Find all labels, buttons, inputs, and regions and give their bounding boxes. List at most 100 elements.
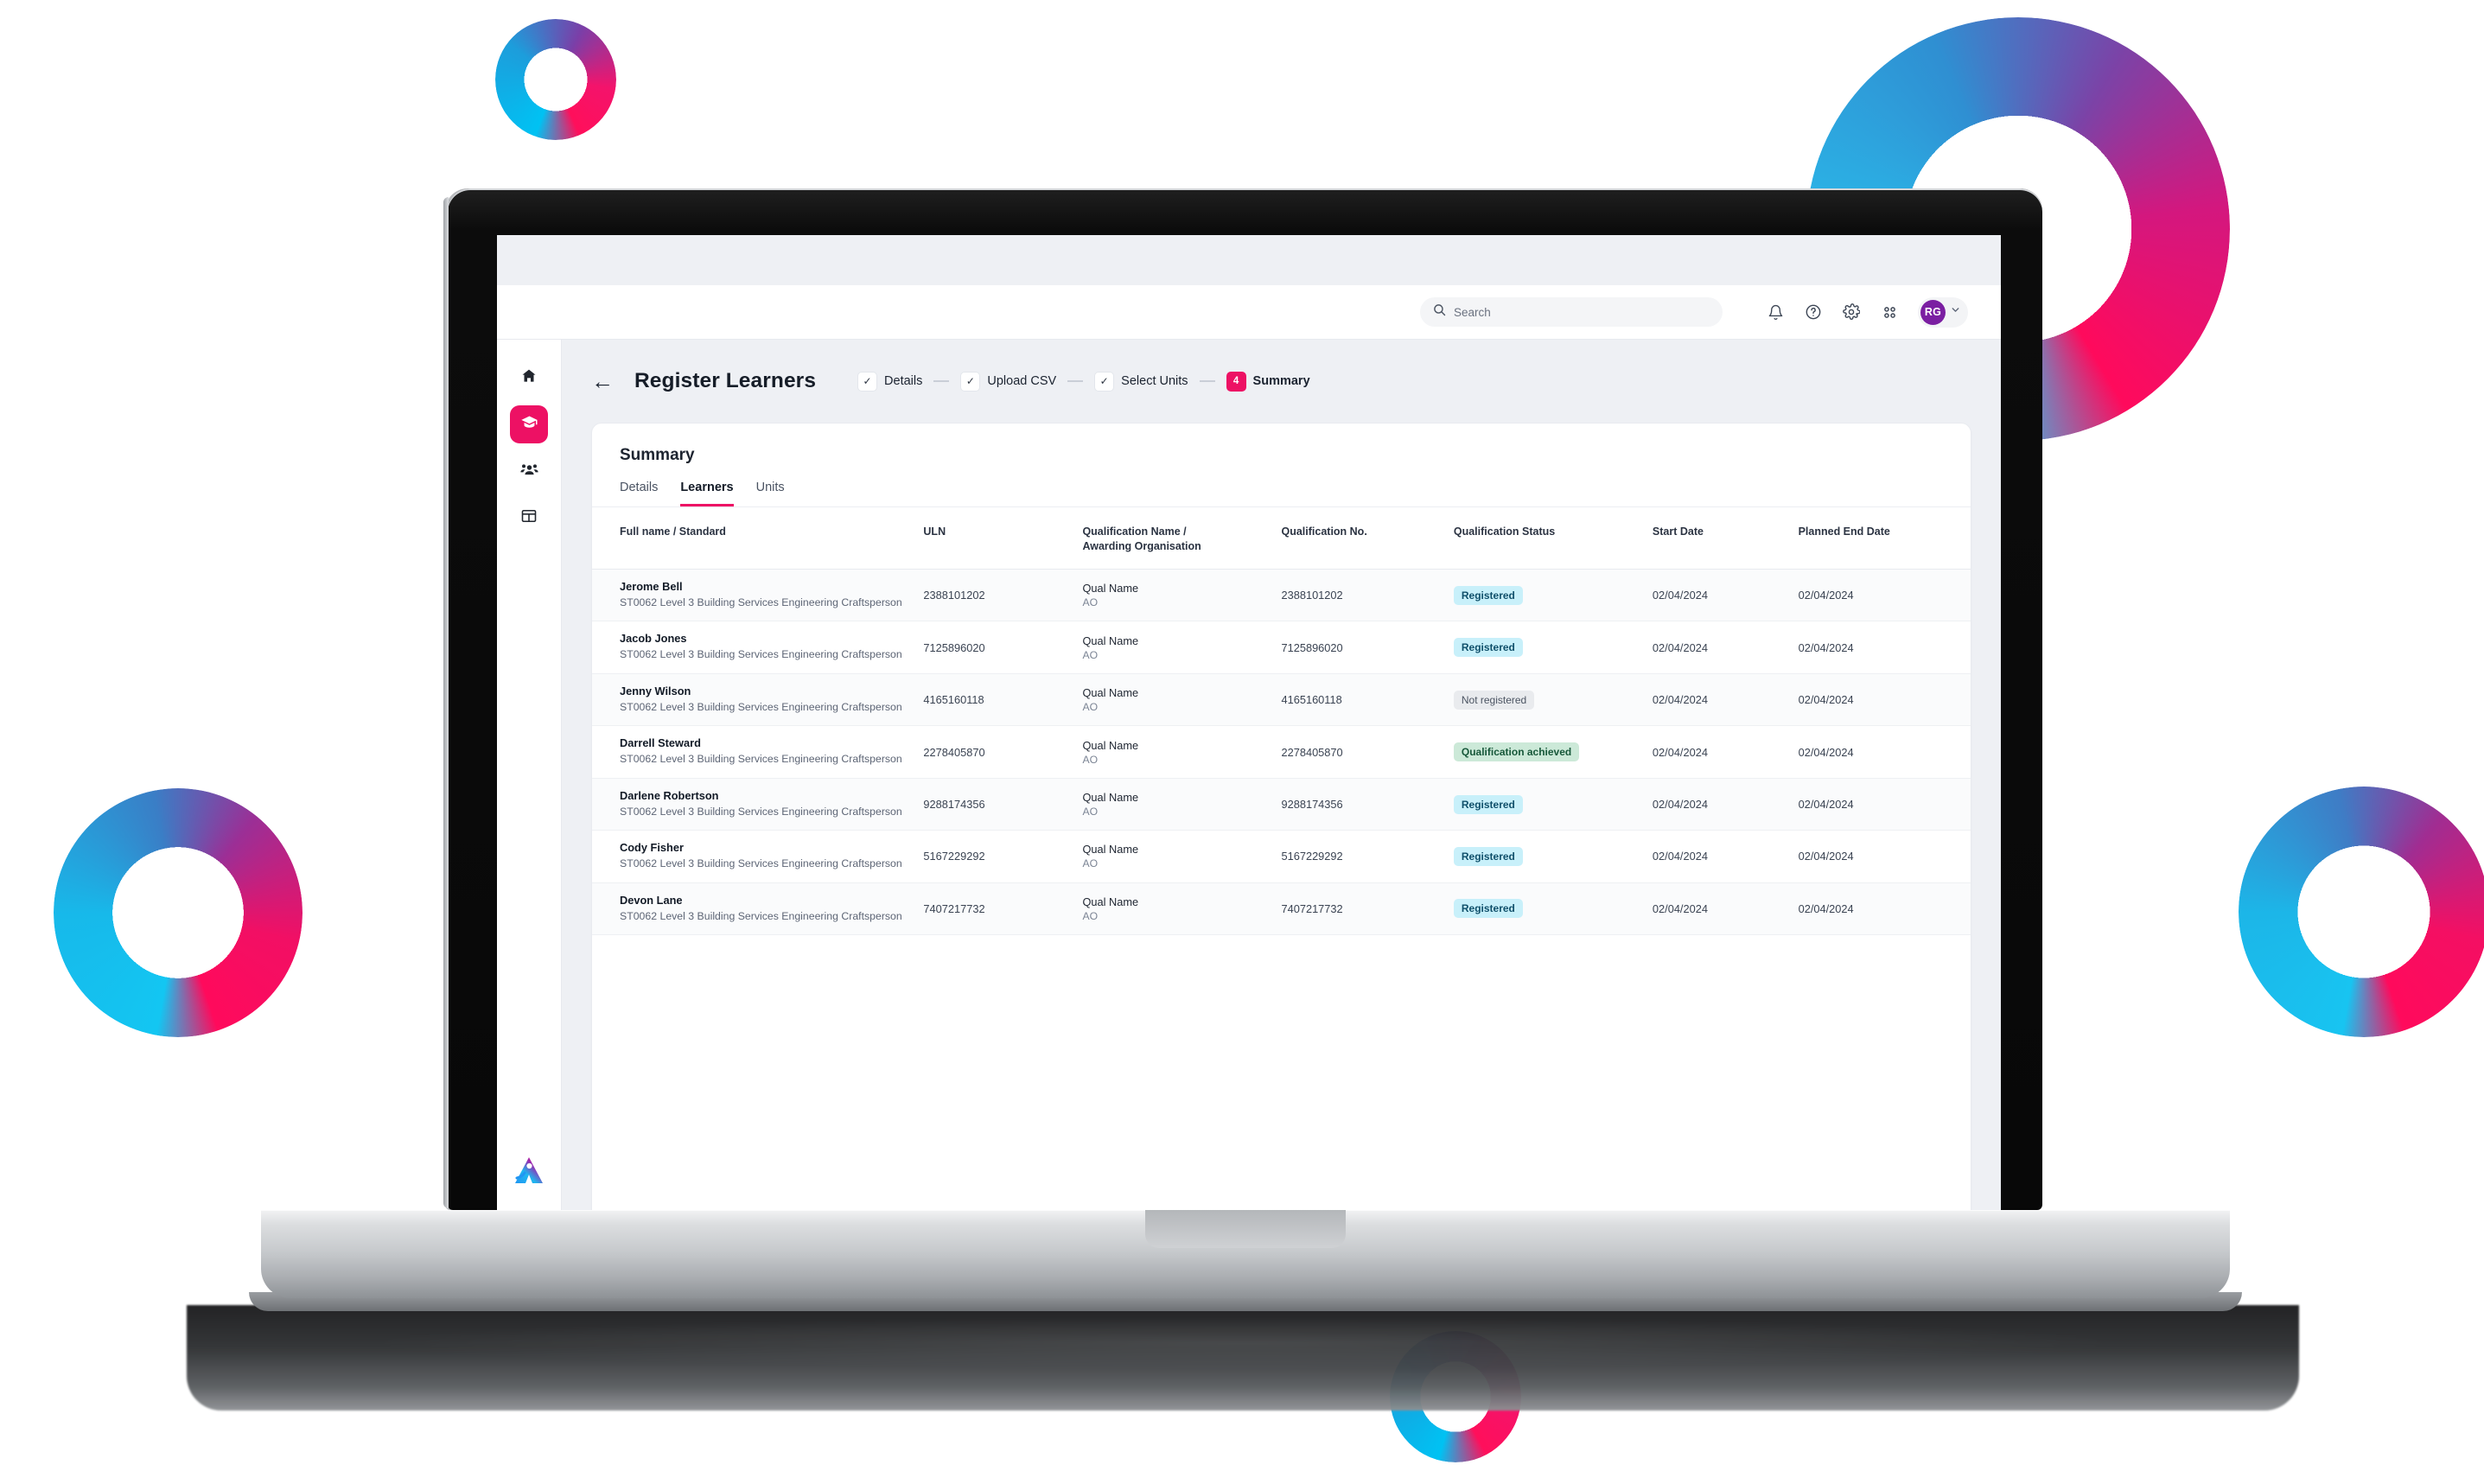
cell-start-date: 02/04/2024 [1652,778,1799,831]
awarding-organisation: AO [1082,806,1099,818]
laptop-mockup: Search RG ← Register Learners ✓ Details … [0,0,2484,1484]
sidebar-item-table[interactable] [510,499,548,537]
step-check-icon: ✓ [1094,371,1115,392]
cell-planned-end-date: 02/04/2024 [1798,621,1971,674]
laptop-screen: Search RG ← Register Learners ✓ Details … [497,235,2001,1210]
search-input[interactable]: Search [1420,297,1723,327]
cell-qualification-no: 2278405870 [1281,725,1454,779]
table-row[interactable]: Darrell Steward ST0062 Level 3 Building S… [592,725,1971,779]
awarding-organisation: AO [1082,753,1099,766]
learner-standard: ST0062 Level 3 Building Services Enginee… [620,857,902,870]
cell-fullname-standard: Jerome Bell ST0062 Level 3 Building Servi… [592,569,924,622]
learner-name: Jenny Wilson [620,684,691,697]
learner-name: Cody Fisher [620,841,684,855]
cell-fullname-standard: Darrell Steward ST0062 Level 3 Building S… [592,725,924,779]
qualification-name: Qual Name [1082,686,1139,700]
awarding-organisation: AO [1082,857,1099,870]
gear-icon[interactable] [1835,296,1868,328]
cell-start-date: 02/04/2024 [1652,830,1799,883]
column-header-start-date: Start Date [1652,507,1799,570]
table-row[interactable]: Darlene Robertson ST0062 Level 3 Building… [592,778,1971,831]
sidebar-item-learners[interactable] [510,405,548,443]
user-menu[interactable]: RG [1918,296,1968,328]
cell-uln: 9288174356 [923,778,1083,831]
table-row[interactable]: Jacob Jones ST0062 Level 3 Building Servi… [592,621,1971,674]
status-badge: Registered [1453,638,1523,658]
step-label: Upload CSV [987,374,1057,388]
step-details[interactable]: ✓ Details [857,371,923,392]
learner-standard: ST0062 Level 3 Building Services Enginee… [620,805,902,818]
learner-name: Darlene Robertson [620,788,719,802]
cell-qualification: Qual Name AO [1082,725,1282,779]
graduation-cap-icon [520,413,538,436]
sidebar-item-people[interactable] [510,452,548,490]
learner-standard: ST0062 Level 3 Building Services Enginee… [620,700,902,713]
table-row[interactable]: Devon Lane ST0062 Level 3 Building Servic… [592,882,1971,936]
tab-units[interactable]: Units [756,481,785,506]
qualification-name: Qual Name [1082,895,1139,908]
app-body: ← Register Learners ✓ Details ✓ Upload C… [497,340,2001,1210]
cell-qualification: Qual Name AO [1082,621,1282,674]
sidebar-rail [497,340,562,1210]
step-summary[interactable]: 4 Summary [1226,371,1310,392]
qualification-name: Qual Name [1082,791,1139,805]
tab-learners[interactable]: Learners [680,481,734,506]
wizard-stepper: ✓ Details ✓ Upload CSV ✓ Select Units 4 … [857,371,1310,392]
cell-start-date: 02/04/2024 [1652,569,1799,622]
cell-qualification-no: 5167229292 [1281,830,1454,883]
cell-uln: 4165160118 [923,673,1083,727]
cell-qualification: Qual Name AO [1082,673,1282,727]
browser-top-strip [497,235,2001,285]
app-header-bar: Search RG [497,285,2001,340]
back-button[interactable]: ← [591,370,614,392]
cell-start-date: 02/04/2024 [1652,882,1799,936]
cell-uln: 7125896020 [923,621,1083,674]
step-divider [1199,380,1215,382]
column-header-fullname: Full name / Standard [592,507,924,570]
card-tabs: Details Learners Units [592,465,1971,507]
column-header-qualification-name: Qualification Name / Awarding Organisati… [1082,507,1282,570]
tab-details[interactable]: Details [620,481,658,506]
table-row[interactable]: Jenny Wilson ST0062 Level 3 Building Serv… [592,673,1971,727]
learner-standard: ST0062 Level 3 Building Services Enginee… [620,648,902,661]
awarding-organisation: AO [1082,701,1099,714]
column-header-planned-end-date: Planned End Date [1798,507,1971,570]
qualification-name: Qual Name [1082,634,1139,647]
table-row[interactable]: Jerome Bell ST0062 Level 3 Building Servi… [592,569,1971,622]
cell-qualification-status: Registered [1453,569,1653,622]
search-icon [1433,303,1446,321]
status-badge: Not registered [1453,690,1535,710]
awarding-organisation: AO [1082,596,1099,609]
laptop-shadow [187,1305,2299,1411]
cell-start-date: 02/04/2024 [1652,673,1799,727]
step-check-icon: ✓ [960,371,981,392]
learners-table: Full name / Standard ULN Qualification N… [592,507,1971,936]
cell-start-date: 02/04/2024 [1652,725,1799,779]
table-row[interactable]: Cody Fisher ST0062 Level 3 Building Servi… [592,830,1971,883]
help-icon[interactable] [1797,296,1830,328]
step-divider [1067,380,1084,382]
cell-qualification-status: Registered [1453,621,1653,674]
cell-planned-end-date: 02/04/2024 [1798,673,1971,727]
cell-uln: 2278405870 [923,725,1083,779]
cell-qualification-no: 2388101202 [1281,569,1454,622]
status-badge: Registered [1453,899,1523,919]
cell-qualification: Qual Name AO [1082,830,1282,883]
table-header: Full name / Standard ULN Qualification N… [592,507,1971,570]
sidebar-item-home[interactable] [510,359,548,397]
status-badge: Registered [1453,846,1523,866]
apps-grid-icon[interactable] [1873,296,1906,328]
status-badge: Registered [1453,794,1523,814]
bell-icon[interactable] [1759,296,1792,328]
cell-uln: 7407217732 [923,882,1083,936]
step-upload-csv[interactable]: ✓ Upload CSV [960,371,1057,392]
learner-name: Jacob Jones [620,632,687,646]
cell-qualification-no: 7407217732 [1281,882,1454,936]
cell-fullname-standard: Jacob Jones ST0062 Level 3 Building Servi… [592,621,924,674]
cell-fullname-standard: Devon Lane ST0062 Level 3 Building Servic… [592,882,924,936]
aptem-triangle-logo [512,1154,546,1191]
cell-uln: 2388101202 [923,569,1083,622]
step-label: Details [884,374,923,388]
step-select-units[interactable]: ✓ Select Units [1094,371,1188,392]
cell-qualification-status: Registered [1453,882,1653,936]
